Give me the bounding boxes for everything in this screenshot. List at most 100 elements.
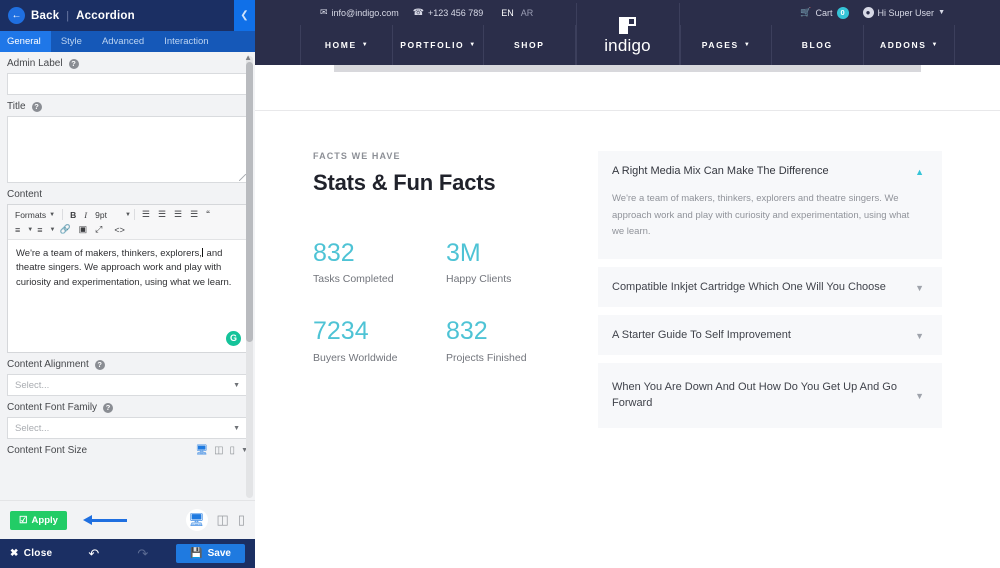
logo-wordmark: indigo bbox=[604, 35, 651, 55]
nav-item-home[interactable]: HOME ▼ bbox=[300, 25, 392, 65]
content-font-family-label: Content Font Family ? bbox=[7, 402, 248, 413]
apply-button[interactable]: ☑ Apply bbox=[10, 510, 67, 530]
tablet-preview-icon[interactable]: ◫ bbox=[217, 512, 229, 528]
numbered-list-icon[interactable]: ≡ bbox=[33, 225, 46, 235]
chevron-up-icon[interactable]: ▲ bbox=[915, 167, 924, 177]
tab-interaction[interactable]: Interaction bbox=[154, 31, 218, 52]
tablet-icon[interactable]: ◫ bbox=[214, 445, 223, 456]
mobile-preview-icon[interactable]: ▯ bbox=[238, 512, 245, 528]
cart-button[interactable]: 🛒 Cart 0 bbox=[800, 6, 849, 19]
email-contact[interactable]: ✉ info@indigo.com bbox=[320, 7, 399, 18]
content-alignment-label: Content Alignment ? bbox=[7, 359, 248, 370]
accordion-header[interactable]: A Starter Guide To Self Improvement ▼ bbox=[598, 315, 942, 355]
chevron-down-icon: ▼ bbox=[938, 9, 945, 16]
stat-number: 7234 bbox=[313, 317, 369, 346]
help-icon[interactable]: ? bbox=[68, 58, 79, 69]
accordion-item-3[interactable]: A Starter Guide To Self Improvement ▼ bbox=[598, 314, 942, 355]
lang-en[interactable]: EN bbox=[501, 8, 514, 18]
formats-dropdown[interactable]: Formats ▼ bbox=[11, 208, 59, 222]
align-center-icon[interactable]: ☰ bbox=[154, 209, 170, 220]
help-icon[interactable]: ? bbox=[94, 359, 105, 370]
accordion-header[interactable]: A Right Media Mix Can Make The Differenc… bbox=[598, 151, 942, 191]
accordion-item-4[interactable]: When You Are Down And Out How Do You Get… bbox=[598, 362, 942, 428]
content-editable-area[interactable]: We're a team of makers, thinkers, explor… bbox=[8, 240, 247, 352]
header-separator: | bbox=[66, 9, 70, 22]
chevron-left-icon[interactable]: ❮ bbox=[234, 0, 255, 31]
arrow-left-icon[interactable]: ← bbox=[8, 7, 25, 24]
save-button[interactable]: 💾 Save bbox=[176, 544, 245, 563]
tab-general[interactable]: General bbox=[0, 31, 51, 52]
desktop-icon[interactable]: 🖥 bbox=[195, 445, 208, 456]
module-title: Accordion bbox=[76, 9, 135, 22]
align-left-icon[interactable]: ☰ bbox=[138, 209, 154, 220]
user-menu[interactable]: ● Hi Super User ▼ bbox=[862, 7, 945, 18]
nav-item-addons[interactable]: ADDONS ▼ bbox=[862, 25, 955, 65]
close-button[interactable]: ✖ Close bbox=[10, 548, 52, 559]
close-button-label: Close bbox=[23, 548, 53, 559]
source-code-icon[interactable]: <> bbox=[110, 225, 129, 235]
title-label-text: Title bbox=[7, 101, 26, 112]
bold-button[interactable]: B bbox=[66, 208, 80, 222]
bullet-list-icon[interactable]: ≡ bbox=[11, 225, 24, 235]
stats-row: 832 Tasks Completed 3M Happy Clients bbox=[313, 240, 585, 286]
content-font-family-select[interactable]: Select... ▼ bbox=[7, 417, 248, 439]
nav-item-portfolio[interactable]: PORTFOLIO ▼ bbox=[391, 25, 484, 65]
tab-style[interactable]: Style bbox=[51, 31, 92, 52]
accordion-header[interactable]: Compatible Inkjet Cartridge Which One Wi… bbox=[598, 267, 942, 307]
panel-scrollbar-thumb[interactable] bbox=[246, 62, 253, 342]
save-button-label: Save bbox=[207, 548, 231, 559]
section-title: Stats & Fun Facts bbox=[313, 170, 496, 195]
align-right-icon[interactable]: ☰ bbox=[170, 209, 186, 220]
chevron-down-icon[interactable]: ▼ bbox=[915, 391, 924, 401]
phone-contact[interactable]: ☎ +123 456 789 bbox=[413, 7, 484, 18]
lang-ar[interactable]: AR bbox=[521, 8, 534, 18]
accordion-header[interactable]: When You Are Down And Out How Do You Get… bbox=[598, 363, 942, 428]
resize-grip-icon[interactable] bbox=[239, 174, 246, 181]
chevron-down-icon[interactable]: ▼ bbox=[915, 331, 924, 341]
check-square-icon: ☑ bbox=[19, 514, 28, 526]
help-icon[interactable]: ? bbox=[103, 402, 114, 413]
undo-icon[interactable]: ↶ bbox=[88, 546, 99, 562]
envelope-icon: ✉ bbox=[320, 7, 328, 17]
redo-icon[interactable]: ↷ bbox=[137, 546, 148, 562]
stat-label: Projects Finished bbox=[446, 351, 527, 364]
back-button-label[interactable]: Back bbox=[31, 10, 59, 22]
content-alignment-placeholder: Select... bbox=[15, 379, 50, 391]
nav-item-blog[interactable]: BLOG bbox=[771, 25, 863, 65]
admin-label-input[interactable] bbox=[7, 73, 248, 95]
chevron-down-icon[interactable]: ▼ bbox=[125, 212, 131, 218]
topbar-left: ✉ info@indigo.com ☎ +123 456 789 EN AR bbox=[255, 7, 533, 18]
site-logo[interactable]: indigo bbox=[575, 3, 680, 65]
user-label: Hi Super User bbox=[877, 7, 935, 18]
link-icon[interactable]: 🔗 bbox=[55, 224, 74, 235]
nav-item-shop[interactable]: SHOP bbox=[483, 25, 576, 65]
stats-row: 7234 Buyers Worldwide 832 Projects Finis… bbox=[313, 317, 585, 364]
settings-tabs: General Style Advanced Interaction bbox=[0, 31, 255, 52]
section-divider bbox=[255, 110, 1000, 111]
mobile-icon[interactable]: ▯ bbox=[230, 445, 236, 456]
accordion-item-2[interactable]: Compatible Inkjet Cartridge Which One Wi… bbox=[598, 266, 942, 307]
tab-advanced[interactable]: Advanced bbox=[92, 31, 154, 52]
apply-bar: ☑ Apply 🖥 ◫ ▯ bbox=[0, 500, 255, 539]
site-preview: ✉ info@indigo.com ☎ +123 456 789 EN AR 🛒… bbox=[255, 0, 1000, 568]
nav-left-group: HOME ▼ PORTFOLIO ▼ SHOP bbox=[300, 25, 576, 65]
content-font-size-label-text: Content Font Size bbox=[7, 445, 88, 456]
grammarly-icon[interactable]: G bbox=[226, 331, 241, 346]
content-alignment-select[interactable]: Select... ▼ bbox=[7, 374, 248, 396]
accordion-item-1[interactable]: A Right Media Mix Can Make The Differenc… bbox=[598, 151, 942, 259]
chevron-down-icon[interactable]: ▼ bbox=[915, 283, 924, 293]
indigo-logo-mark-icon bbox=[619, 16, 636, 34]
italic-button[interactable]: I bbox=[80, 208, 91, 222]
font-size-dropdown[interactable]: 9pt bbox=[91, 208, 111, 222]
accordion-column: A Right Media Mix Can Make The Differenc… bbox=[598, 151, 942, 436]
nav-item-pages[interactable]: PAGES ▼ bbox=[679, 25, 772, 65]
desktop-preview-icon[interactable]: 🖥 bbox=[185, 509, 208, 531]
title-textarea[interactable] bbox=[7, 116, 248, 183]
scroll-up-icon[interactable]: ▲ bbox=[244, 53, 252, 62]
fullscreen-icon[interactable]: ⤢ bbox=[91, 224, 106, 235]
help-icon[interactable]: ? bbox=[31, 101, 42, 112]
align-justify-icon[interactable]: ☰ bbox=[186, 209, 202, 220]
image-icon[interactable]: ▣ bbox=[75, 224, 92, 235]
stat-label: Tasks Completed bbox=[313, 273, 394, 286]
blockquote-icon[interactable]: “ bbox=[202, 209, 214, 221]
